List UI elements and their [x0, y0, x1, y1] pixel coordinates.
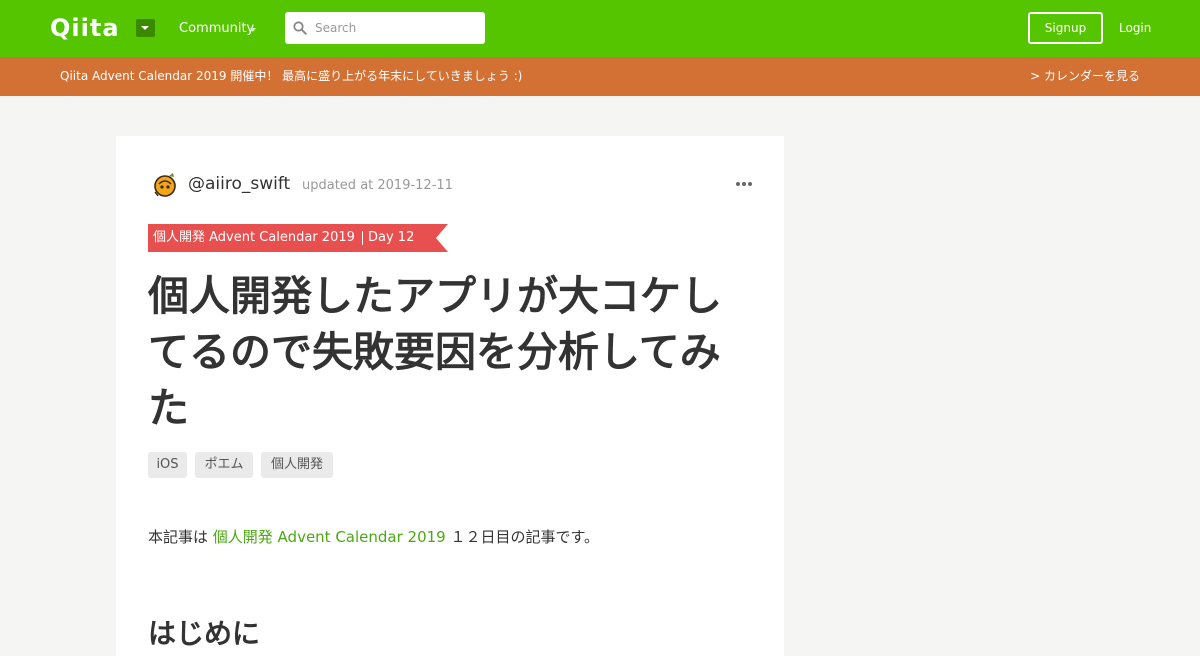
- article-card: @aiiro_swift updated at 2019-12-11 個人開発 …: [116, 136, 784, 656]
- login-link[interactable]: Login: [1119, 20, 1151, 36]
- intro-paragraph: 本記事は 個人開発 Advent Calendar 2019 １２日目の記事です…: [148, 526, 599, 548]
- community-menu[interactable]: Community: [179, 20, 254, 38]
- signup-button[interactable]: Signup: [1028, 12, 1103, 44]
- dot: [742, 182, 746, 186]
- calendar-name: 個人開発 Advent Calendar 2019: [153, 230, 355, 245]
- search-box[interactable]: [285, 12, 485, 44]
- section-heading: はじめに: [148, 617, 261, 650]
- search-input[interactable]: [315, 18, 475, 38]
- calendar-day: Day 12: [368, 230, 415, 245]
- search-icon: [293, 21, 307, 35]
- tag-personal-dev[interactable]: 個人開発: [261, 452, 333, 478]
- chevron-down-icon: [250, 28, 256, 32]
- author-username[interactable]: @aiiro_swift: [188, 173, 290, 195]
- advent-banner-text: Qiita Advent Calendar 2019 開催中！ 最高に盛り上がる…: [60, 69, 523, 83]
- ribbon-divider: [362, 231, 363, 245]
- more-options-icon[interactable]: [736, 182, 752, 186]
- article-title: 個人開発したアプリが大コケしてるので失敗要因を分析してみた: [148, 272, 722, 432]
- advent-banner: Qiita Advent Calendar 2019 開催中！ 最高に盛り上がる…: [0, 57, 1200, 96]
- avatar[interactable]: [150, 170, 180, 200]
- calendar-link[interactable]: > カレンダーを見る: [1030, 68, 1140, 85]
- qiita-logo[interactable]: Qiita: [50, 12, 120, 44]
- intro-suffix: １２日目の記事です。: [445, 528, 600, 546]
- caret-down-icon: [141, 26, 149, 30]
- intro-prefix: 本記事は: [148, 528, 213, 546]
- tag-ios[interactable]: iOS: [148, 452, 187, 478]
- dot: [748, 182, 752, 186]
- global-header: Qiita Community Signup Login: [0, 0, 1200, 57]
- service-menu-button[interactable]: [136, 19, 155, 37]
- advent-calendar-ribbon[interactable]: 個人開発 Advent Calendar 2019 Day 12: [148, 224, 448, 252]
- calendar-article-link[interactable]: 個人開発 Advent Calendar 2019: [213, 528, 446, 546]
- tag-poem[interactable]: ポエム: [195, 452, 253, 478]
- dot: [736, 182, 740, 186]
- updated-date: updated at 2019-12-11: [302, 178, 453, 193]
